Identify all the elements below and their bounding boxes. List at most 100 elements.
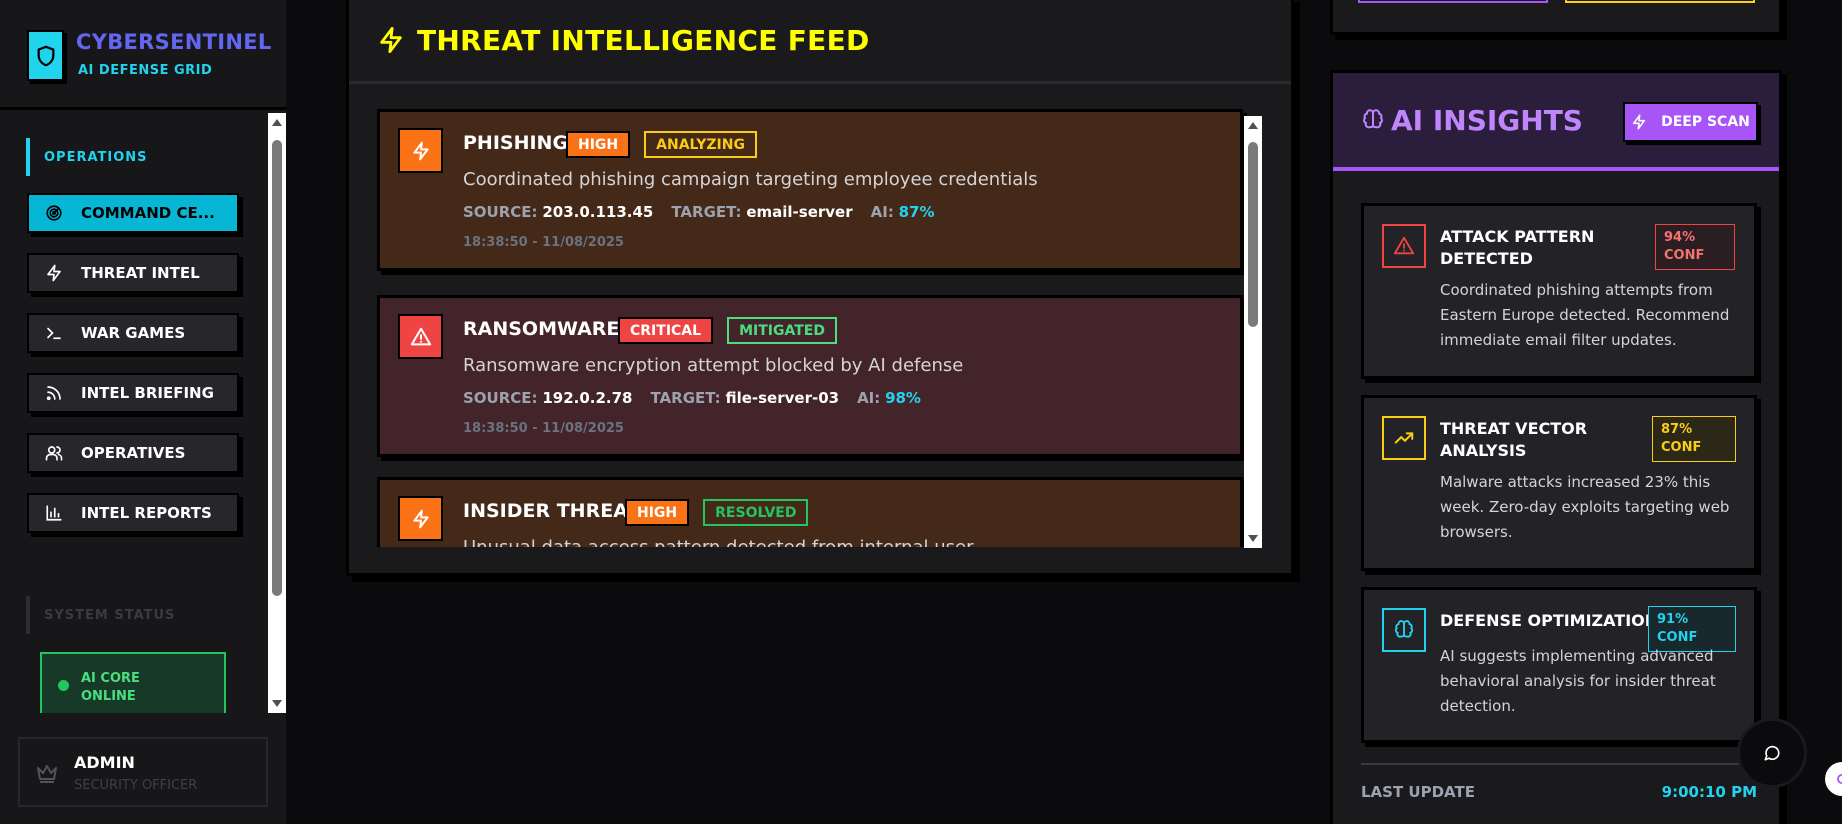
target-value: file-server-03 [725,389,840,407]
threat-card[interactable]: RANSOMWARE CRITICAL MITIGATED Ransomware… [377,295,1243,457]
top-button-yellow[interactable] [1565,0,1755,3]
status-badge: RESOLVED [703,499,809,526]
floating-widget-button[interactable] [1825,762,1842,796]
user-name: ADMIN [74,753,135,772]
confidence-badge: 87% CONF [1652,416,1736,462]
ai-core-status: AI CORE ONLINE [40,652,226,713]
zap-icon [398,496,443,541]
source-value: 192.0.2.78 [542,389,633,407]
users-icon [45,446,63,461]
sidebar-item-label: THREAT INTEL [81,264,200,282]
sidebar-item-label: COMMAND CE... [81,204,215,222]
alert-triangle-icon [398,314,443,359]
scroll-up-arrow-icon[interactable] [272,119,282,126]
sidebar-item-label: INTEL REPORTS [81,504,212,522]
trending-up-icon [1382,416,1426,460]
chat-button[interactable] [1737,718,1807,788]
feed-title: THREAT INTELLIGENCE FEED [417,23,870,57]
threat-description: Unusual data access pattern detected fro… [463,537,974,547]
threat-timestamp: 18:38:50 - 11/08/2025 [463,421,624,436]
sidebar: CYBERSENTINEL AI DEFENSE GRID OPERATIONS… [0,0,286,824]
target-label: TARGET: [650,389,721,407]
threat-type: PHISHING [463,132,569,154]
threat-timestamp: 18:38:50 - 11/08/2025 [463,235,624,250]
source-value: 203.0.113.45 [542,203,654,221]
brain-icon [1363,109,1383,129]
threat-description: Ransomware encryption attempt blocked by… [463,355,964,376]
sidebar-item-war-games[interactable]: WAR GAMES [27,313,239,353]
source-label: SOURCE: [463,389,538,407]
confidence-badge: 94% CONF [1655,224,1735,270]
ai-label: AI: [857,389,881,407]
radar-icon [46,205,62,221]
section-system-status-label: SYSTEM STATUS [26,596,175,634]
last-update-label: LAST UPDATE [1361,783,1475,801]
threat-type: RANSOMWARE [463,318,620,340]
top-button-purple[interactable] [1358,0,1548,3]
target-label: TARGET: [671,203,742,221]
app-window: CYBERSENTINEL AI DEFENSE GRID OPERATIONS… [0,0,1842,824]
insight-card[interactable]: THREAT VECTOR ANALYSIS 87% CONF Malware … [1361,395,1757,571]
sidebar-nav: OPERATIONS COMMAND CE... THREAT INTEL WA… [0,113,270,713]
threat-feed-panel: THREAT INTELLIGENCE FEED PHISHING HIGH A… [346,0,1294,576]
threat-card[interactable]: INSIDER THREAT HIGH RESOLVED Unusual dat… [377,477,1243,547]
zap-icon [380,26,402,54]
scroll-down-arrow-icon[interactable] [1248,535,1258,542]
brand-header: CYBERSENTINEL AI DEFENSE GRID [0,0,286,110]
scroll-down-arrow-icon[interactable] [272,700,282,707]
ai-insights-panel: AI INSIGHTS DEEP SCAN ATTACK PATTERN DET… [1330,70,1782,824]
threat-badges: HIGH RESOLVED [625,499,809,526]
feed-scrollbar[interactable] [1244,116,1262,548]
message-circle-icon [1764,745,1780,761]
insight-title: THREAT VECTOR ANALYSIS [1440,419,1588,460]
sidebar-item-intel-briefing[interactable]: INTEL BRIEFING [27,373,239,413]
sidebar-item-label: WAR GAMES [81,324,186,342]
ai-insights-header: AI INSIGHTS DEEP SCAN [1333,73,1779,171]
status-badge: ANALYZING [644,131,757,158]
sidebar-item-threat-intel[interactable]: THREAT INTEL [27,253,239,293]
last-update-value: 9:00:10 PM [1661,783,1757,801]
widget-icon [1837,774,1842,784]
threat-badges: HIGH ANALYZING [566,131,757,158]
sidebar-item-command-center[interactable]: COMMAND CE... [27,193,239,233]
deep-scan-label: DEEP SCAN [1661,114,1750,130]
feed-header: THREAT INTELLIGENCE FEED [349,0,1291,84]
insight-card[interactable]: DEFENSE OPTIMIZATION 91% CONF AI suggest… [1361,587,1757,743]
threat-badges: CRITICAL MITIGATED [618,317,837,344]
threat-meta: SOURCE: 192.0.2.78 TARGET: file-server-0… [463,389,921,407]
insight-title: DEFENSE OPTIMIZATION [1440,611,1659,630]
insight-card[interactable]: ATTACK PATTERN DETECTED 94% CONF Coordin… [1361,203,1757,379]
sidebar-item-label: INTEL BRIEFING [81,384,214,402]
threat-list: PHISHING HIGH ANALYZING Coordinated phis… [377,109,1257,547]
sidebar-item-operatives[interactable]: OPERATIVES [27,433,239,473]
threat-meta: SOURCE: 203.0.113.45 TARGET: email-serve… [463,203,935,221]
sidebar-item-label: OPERATIVES [81,444,186,462]
severity-badge: HIGH [625,499,690,526]
user-role: SECURITY OFFICER [74,778,198,793]
scrollbar-thumb[interactable] [272,140,282,596]
ai-core-status-text: AI CORE ONLINE [81,671,140,704]
severity-badge: HIGH [566,131,631,158]
insight-title: ATTACK PATTERN DETECTED [1440,227,1595,268]
section-operations-label: OPERATIONS [26,138,148,176]
last-update-row: LAST UPDATE 9:00:10 PM [1361,763,1757,801]
ai-insights-title: AI INSIGHTS [1391,104,1583,137]
zap-icon [47,264,61,282]
scroll-up-arrow-icon[interactable] [1248,122,1258,129]
threat-description: Coordinated phishing campaign targeting … [463,169,1038,190]
alert-triangle-icon [1382,224,1426,268]
threat-card[interactable]: PHISHING HIGH ANALYZING Coordinated phis… [377,109,1243,271]
severity-badge: CRITICAL [618,317,714,344]
source-label: SOURCE: [463,203,538,221]
user-profile[interactable]: ADMIN SECURITY OFFICER [18,737,268,807]
brand-subtitle: AI DEFENSE GRID [78,63,213,78]
deep-scan-button[interactable]: DEEP SCAN [1623,102,1758,142]
scrollbar-thumb[interactable] [1248,142,1258,327]
threat-type: INSIDER THREAT [463,500,640,522]
insight-description: AI suggests implementing advanced behavi… [1440,647,1716,715]
sidebar-item-intel-reports[interactable]: INTEL REPORTS [27,493,239,533]
sidebar-scrollbar[interactable] [268,113,286,713]
ai-confidence: 98% [885,389,921,407]
status-badge: MITIGATED [727,317,837,344]
rss-icon [46,386,61,401]
